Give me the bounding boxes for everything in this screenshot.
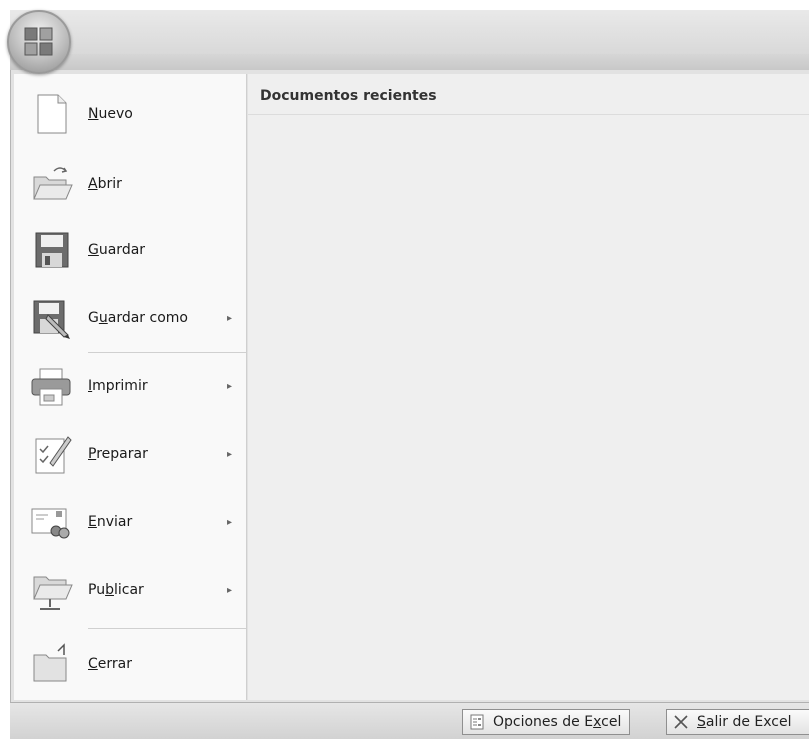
menu-item-label: Preparar — [88, 446, 148, 462]
title-bar — [10, 10, 809, 55]
menu-item-cerrar[interactable]: Cerrar — [14, 632, 246, 696]
prepare-document-icon — [28, 431, 74, 477]
submenu-arrow-icon: ▸ — [226, 448, 232, 460]
menu-item-guardar-como[interactable]: Guardar como ▸ — [14, 286, 246, 350]
menu-item-enviar[interactable]: Enviar ▸ — [14, 490, 246, 554]
submenu-arrow-icon: ▸ — [226, 312, 232, 324]
menu-item-preparar[interactable]: Preparar ▸ — [14, 422, 246, 486]
menu-item-publicar[interactable]: Publicar ▸ — [14, 558, 246, 622]
menu-item-guardar[interactable]: Guardar — [14, 218, 246, 282]
menu-item-label: Publicar — [88, 582, 144, 598]
menu-item-nuevo[interactable]: Nuevo — [14, 82, 246, 146]
menu-separator — [88, 352, 246, 353]
submenu-arrow-icon: ▸ — [226, 584, 232, 596]
menu-separator — [88, 628, 246, 629]
recent-documents-panel: Documentos recientes — [248, 74, 809, 700]
menu-item-label: Guardar como — [88, 310, 188, 326]
new-document-icon — [28, 91, 74, 137]
recent-header-separator — [248, 114, 809, 115]
office-button[interactable] — [7, 10, 71, 74]
menu-item-label: Abrir — [88, 176, 122, 192]
excel-options-label: Opciones de Excel — [493, 714, 622, 730]
menu-item-imprimir[interactable]: Imprimir ▸ — [14, 354, 246, 418]
menu-item-label: Enviar — [88, 514, 133, 530]
office-menu-window: Nuevo Abrir Guardar Guardar como ▸ Impri… — [0, 0, 809, 739]
menu-item-label: Cerrar — [88, 656, 132, 672]
send-icon — [28, 499, 74, 545]
recent-documents-header: Documentos recientes — [260, 88, 437, 104]
bottom-bar: Opciones de Excel Salir de Excel — [10, 702, 809, 739]
menu-item-label: Nuevo — [88, 106, 133, 122]
menu-item-label: Guardar — [88, 242, 146, 258]
save-as-icon — [28, 295, 74, 341]
options-icon — [469, 714, 485, 730]
open-folder-icon — [28, 161, 74, 207]
ribbon-strip — [10, 54, 809, 71]
close-x-icon — [673, 714, 689, 730]
commands-column: Nuevo Abrir Guardar Guardar como ▸ Impri… — [14, 74, 247, 700]
submenu-arrow-icon: ▸ — [226, 516, 232, 528]
menu-item-abrir[interactable]: Abrir — [14, 152, 246, 216]
menu-item-label: Imprimir — [88, 378, 148, 394]
exit-excel-button[interactable]: Salir de Excel — [666, 709, 809, 735]
excel-options-button[interactable]: Opciones de Excel — [462, 709, 631, 735]
printer-icon — [28, 363, 74, 409]
publish-folder-icon — [28, 567, 74, 613]
save-disk-icon — [28, 227, 74, 273]
close-folder-icon — [28, 641, 74, 687]
office-logo-icon — [24, 27, 53, 56]
submenu-arrow-icon: ▸ — [226, 380, 232, 392]
exit-excel-label: Salir de Excel — [697, 714, 792, 730]
